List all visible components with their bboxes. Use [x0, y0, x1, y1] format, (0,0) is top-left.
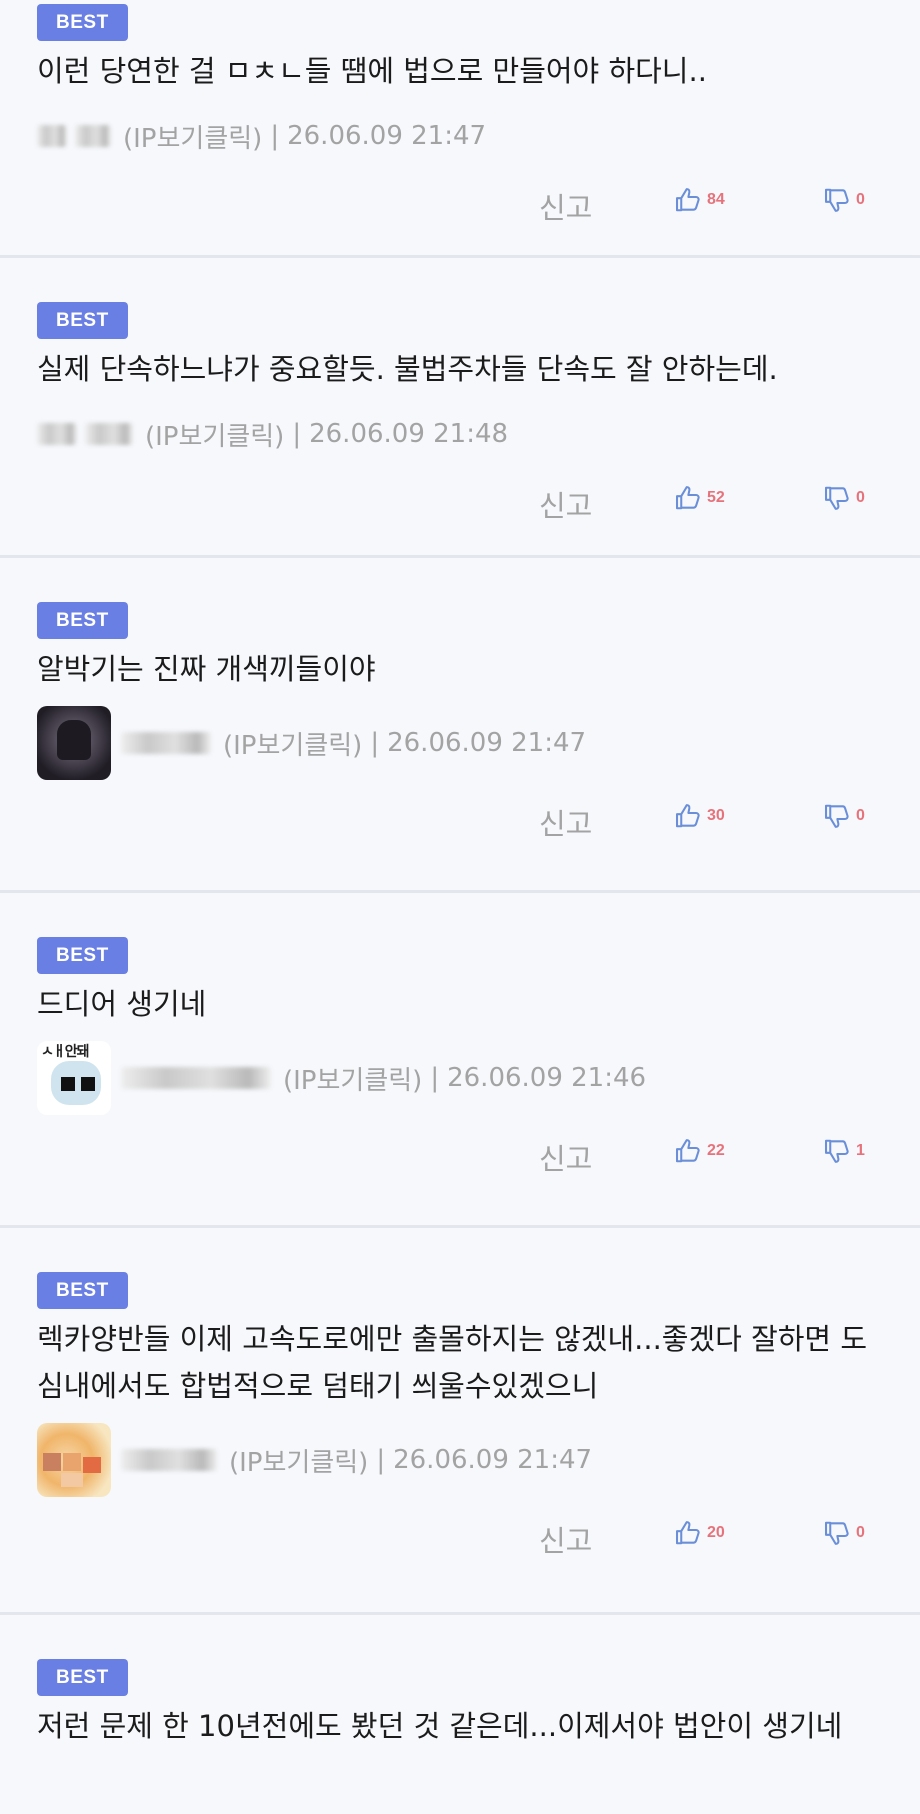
thumb-down-icon — [824, 188, 849, 212]
dislike-count: 1 — [856, 1142, 865, 1159]
like-button[interactable]: 22 — [674, 1136, 725, 1166]
blurred-nickname[interactable] — [37, 423, 77, 445]
comment-date: 26.06.09 21:46 — [447, 1063, 647, 1093]
avatar[interactable] — [37, 706, 111, 780]
comment-meta: (IP보기클릭) | 26.06.09 21:47 — [37, 107, 920, 165]
thumb-down-icon — [824, 804, 849, 828]
report-button[interactable]: 신고 — [539, 483, 592, 525]
best-badge: BEST — [37, 1272, 128, 1309]
comment-item: BEST 이런 당연한 걸 ㅁㅊㄴ들 땜에 법으로 만들어야 하다니.. (IP… — [0, 0, 920, 258]
comment-meta: (IP보기클릭) | 26.06.09 21:47 — [37, 1422, 920, 1498]
like-count: 52 — [707, 489, 725, 506]
ip-view-link[interactable]: (IP보기클릭) — [123, 118, 262, 155]
report-button[interactable]: 신고 — [539, 185, 592, 227]
blurred-nickname[interactable] — [121, 1067, 271, 1089]
like-button[interactable]: 30 — [674, 801, 725, 831]
blurred-nickname[interactable] — [37, 125, 67, 147]
comment-date: 26.06.09 21:47 — [387, 728, 587, 758]
thumb-up-icon — [675, 1521, 700, 1545]
comment-meta: ㅅㅐ안돼 (IP보기클릭) | 26.06.09 21:46 — [37, 1040, 920, 1116]
comment-meta: (IP보기클릭) | 26.06.09 21:47 — [37, 705, 920, 781]
best-badge: BEST — [37, 1659, 128, 1696]
thumb-up-icon — [675, 804, 700, 828]
best-badge: BEST — [37, 602, 128, 639]
like-button[interactable]: 20 — [674, 1518, 725, 1548]
report-button[interactable]: 신고 — [539, 1136, 592, 1178]
comment-date: 26.06.09 21:48 — [309, 419, 509, 449]
comment-text: 드디어 생기네 — [37, 987, 207, 1021]
meta-separator: | — [376, 1445, 386, 1475]
comment-actions: 신고 30 0 — [37, 801, 920, 843]
meta-separator: | — [370, 728, 380, 758]
comment-item: BEST 드디어 생기네 ㅅㅐ안돼 (IP보기클릭) | 26.06.09 21… — [0, 893, 920, 1228]
comment-date: 26.06.09 21:47 — [393, 1445, 593, 1475]
ip-view-link[interactable]: (IP보기클릭) — [223, 725, 362, 762]
meta-separator: | — [270, 121, 280, 151]
blurred-nickname[interactable] — [121, 1449, 217, 1471]
like-count: 84 — [707, 191, 725, 208]
like-button[interactable]: 52 — [674, 483, 725, 513]
comment-text: 실제 단속하느냐가 중요할듯. 불법주차들 단속도 잘 안하는데. — [37, 352, 778, 386]
dislike-count: 0 — [856, 1524, 865, 1541]
ip-view-link[interactable]: (IP보기클릭) — [145, 416, 284, 453]
ip-view-link[interactable]: (IP보기클릭) — [283, 1060, 422, 1097]
dislike-button[interactable]: 0 — [823, 483, 865, 513]
thumb-up-icon — [675, 1139, 700, 1163]
dislike-count: 0 — [856, 191, 865, 208]
comment-item: BEST 알박기는 진짜 개색끼들이야 (IP보기클릭) | 26.06.09 … — [0, 558, 920, 893]
comment-meta: (IP보기클릭) | 26.06.09 21:48 — [37, 405, 920, 463]
like-count: 30 — [707, 807, 725, 824]
dislike-button[interactable]: 0 — [823, 801, 865, 831]
best-badge: BEST — [37, 302, 128, 339]
report-button[interactable]: 신고 — [539, 801, 592, 843]
like-count: 22 — [707, 1142, 725, 1159]
blurred-nickname-part[interactable] — [85, 423, 133, 445]
comment-item: BEST 저런 문제 한 10년전에도 봤던 것 같은데...이제서야 법안이 … — [0, 1615, 920, 1814]
thumb-up-icon — [675, 188, 700, 212]
comment-text: 렉카양반들 이제 고속도로에만 출몰하지는 않겠내...좋겠다 잘하면 도심내에… — [37, 1322, 868, 1403]
dislike-count: 0 — [856, 489, 865, 506]
comment-item: BEST 실제 단속하느냐가 중요할듯. 불법주차들 단속도 잘 안하는데. (… — [0, 258, 920, 558]
comment-actions: 신고 22 1 — [37, 1136, 920, 1178]
thumb-down-icon — [824, 1139, 849, 1163]
comment-actions: 신고 20 0 — [37, 1518, 920, 1560]
dislike-count: 0 — [856, 807, 865, 824]
comment-list: BEST 이런 당연한 걸 ㅁㅊㄴ들 땜에 법으로 만들어야 하다니.. (IP… — [0, 0, 920, 1814]
best-badge: BEST — [37, 4, 128, 41]
best-badge: BEST — [37, 937, 128, 974]
avatar[interactable] — [37, 1423, 111, 1497]
like-count: 20 — [707, 1524, 725, 1541]
comment-date: 26.06.09 21:47 — [287, 121, 487, 151]
dislike-button[interactable]: 0 — [823, 185, 865, 215]
meta-separator: | — [430, 1063, 440, 1093]
dislike-button[interactable]: 1 — [823, 1136, 865, 1166]
thumb-down-icon — [824, 1521, 849, 1545]
blurred-nickname[interactable] — [121, 732, 211, 754]
comment-actions: 신고 84 0 — [37, 185, 920, 227]
comment-text: 알박기는 진짜 개색끼들이야 — [37, 652, 376, 686]
blurred-nickname-part[interactable] — [75, 125, 111, 147]
avatar[interactable]: ㅅㅐ안돼 — [37, 1041, 111, 1115]
ip-view-link[interactable]: (IP보기클릭) — [229, 1442, 368, 1479]
comment-actions: 신고 52 0 — [37, 483, 920, 525]
comment-item: BEST 렉카양반들 이제 고속도로에만 출몰하지는 않겠내...좋겠다 잘하면… — [0, 1228, 920, 1615]
thumb-up-icon — [675, 486, 700, 510]
dislike-button[interactable]: 0 — [823, 1518, 865, 1548]
report-button[interactable]: 신고 — [539, 1518, 592, 1560]
comment-text: 이런 당연한 걸 ㅁㅊㄴ들 땜에 법으로 만들어야 하다니.. — [37, 54, 707, 88]
meta-separator: | — [292, 419, 302, 449]
like-button[interactable]: 84 — [674, 185, 725, 215]
comment-text: 저런 문제 한 10년전에도 봤던 것 같은데...이제서야 법안이 생기네 — [37, 1709, 843, 1743]
thumb-down-icon — [824, 486, 849, 510]
